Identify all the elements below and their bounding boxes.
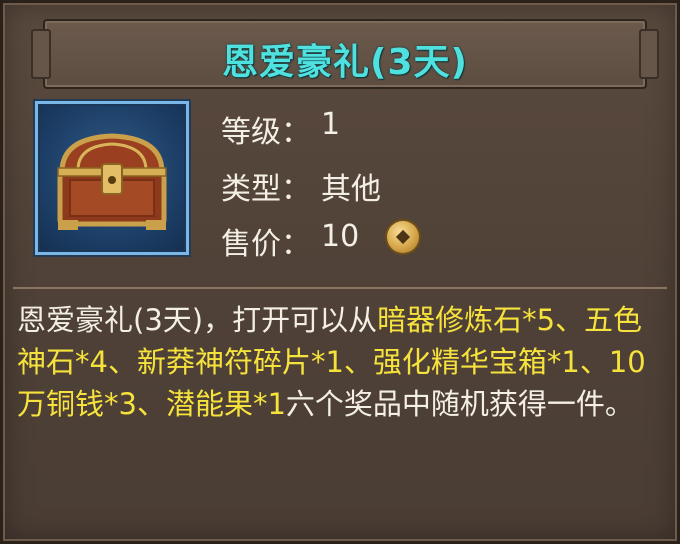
description-text-end: 六个奖品中随机获得一件。: [285, 387, 634, 421]
copper-coin-icon: [387, 221, 419, 253]
item-icon-frame: [35, 101, 189, 255]
treasure-chest-icon: [57, 133, 167, 230]
item-title: 恩爱豪礼(3天): [222, 42, 468, 83]
type-value: 其他: [321, 172, 381, 207]
price-label: 售价：: [221, 227, 311, 262]
item-tooltip: 恩爱豪礼(3天) 等级： 1 类型： 其他 售价： 10 恩爱豪礼(3天)，打开…: [0, 0, 680, 544]
divider: [13, 287, 667, 289]
type-label: 类型：: [221, 172, 311, 207]
title-bar: 恩爱豪礼(3天): [31, 19, 659, 89]
price-value: 10: [321, 219, 360, 254]
level-value: 1: [321, 107, 341, 142]
level-label: 等级：: [221, 115, 311, 150]
item-description: 恩爱豪礼(3天)，打开可以从暗器修炼石*5、五色神石*4、新莽神符碎片*1、强化…: [17, 299, 669, 425]
description-text: 恩爱豪礼(3天)，打开可以从: [17, 303, 378, 337]
